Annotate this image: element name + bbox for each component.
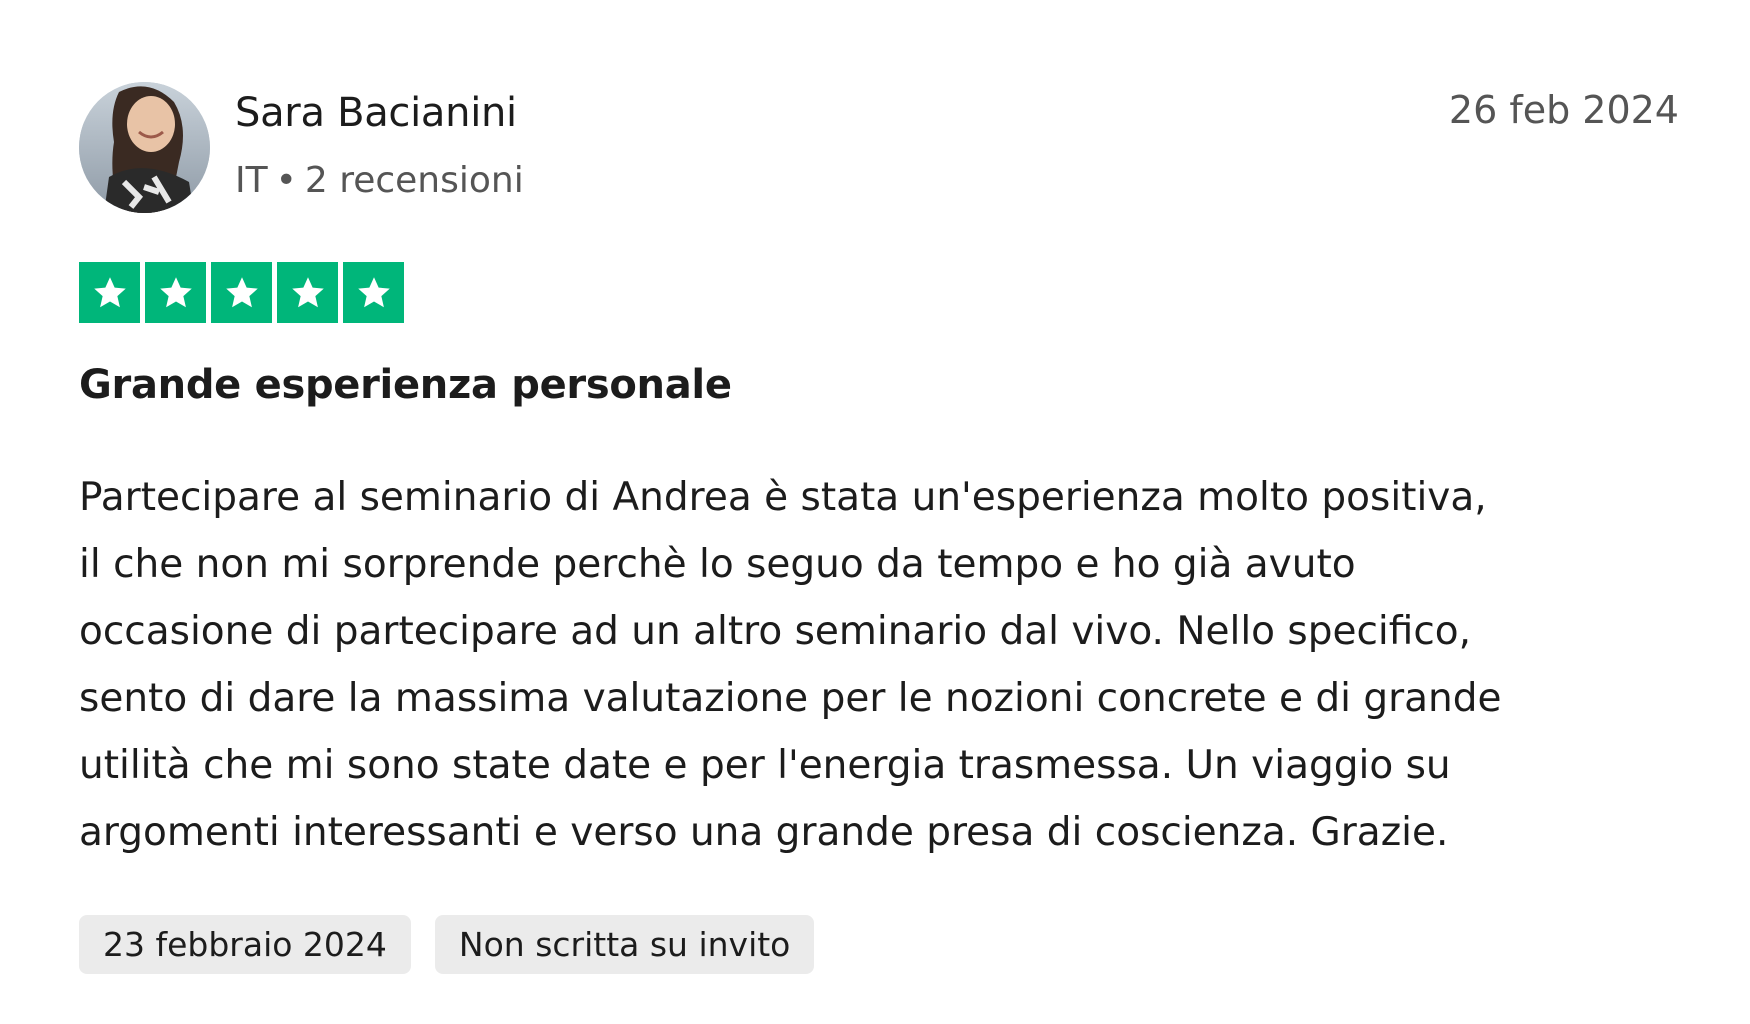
review-header: Sara Bacianini IT • 2 recensioni 26 feb 20…: [79, 80, 1679, 215]
review-body-line: il che non mi sorprende perchè lo seguo …: [79, 542, 1356, 587]
star-icon: [277, 262, 338, 323]
star-rating: [79, 262, 404, 323]
review-card: Sara Bacianini IT • 2 recensioni 26 feb 20…: [79, 80, 1679, 974]
experience-date-tag: 23 febbraio 2024: [79, 915, 411, 974]
star-icon: [79, 262, 140, 323]
review-body: Partecipare al seminario di Andrea è sta…: [79, 464, 1679, 866]
review-title[interactable]: Grande esperienza personale: [79, 362, 732, 408]
review-body-line: occasione di partecipare ad un altro sem…: [79, 609, 1472, 654]
star-icon: [343, 262, 404, 323]
review-body-line: Partecipare al seminario di Andrea è sta…: [79, 475, 1487, 520]
reviewer-review-count: 2 recensioni: [304, 160, 524, 201]
review-tags: 23 febbraio 2024 Non scritta su invito: [79, 915, 815, 974]
review-date: 26 feb 2024: [1448, 88, 1679, 132]
avatar[interactable]: [79, 82, 210, 213]
reviewer-meta: IT • 2 recensioni: [235, 160, 524, 201]
star-icon: [211, 262, 272, 323]
review-body-line: argomenti interessanti e verso una grand…: [79, 810, 1449, 855]
reviewer-name[interactable]: Sara Bacianini: [235, 90, 517, 136]
star-icon: [145, 262, 206, 323]
review-body-line: sento di dare la massima valutazione per…: [79, 676, 1502, 721]
reviewer-country: IT: [235, 160, 268, 201]
review-body-line: utilità che mi sono state date e per l'e…: [79, 743, 1451, 788]
meta-separator: •: [275, 160, 297, 201]
invitation-status-tag[interactable]: Non scritta su invito: [434, 915, 815, 974]
